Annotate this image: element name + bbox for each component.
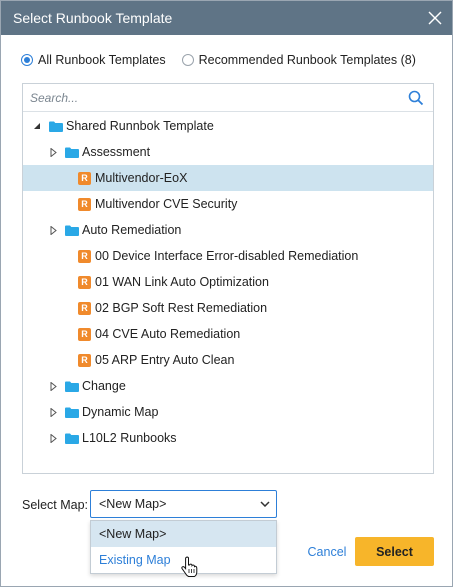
tree-node-label: Assessment [82, 145, 151, 159]
tree-node-label: Change [82, 379, 126, 393]
map-select-value: <New Map> [99, 497, 167, 511]
tree-node-label: 05 ARP Entry Auto Clean [95, 353, 235, 367]
tree-node-label: Multivendor CVE Security [95, 197, 238, 211]
tree-node-dynamic-map[interactable]: Dynamic Map [23, 399, 433, 425]
map-option-new[interactable]: <New Map> [91, 521, 276, 547]
runbook-icon: R [78, 171, 91, 185]
tree-node-multivendor-eox[interactable]: R Multivendor-EoX [23, 165, 433, 191]
close-icon [428, 11, 442, 25]
template-tree-panel: Shared Runnbok Template Assessment R Mul… [22, 83, 434, 474]
folder-icon [65, 407, 79, 418]
tree-node-label: Multivendor-EoX [95, 171, 188, 185]
search-bar [23, 84, 433, 112]
dialog-title: Select Runbook Template [13, 10, 173, 26]
tree-node-label: Shared Runnbok Template [66, 119, 214, 133]
collapsed-arrow-icon[interactable] [48, 147, 58, 157]
dialog-titlebar: Select Runbook Template [1, 1, 452, 35]
chevron-down-icon[interactable] [254, 501, 276, 507]
folder-icon [65, 381, 79, 392]
radio-recommended-label: Recommended Runbook Templates (8) [198, 53, 416, 67]
runbook-icon: R [78, 249, 91, 263]
tree-node-l10l2-runbooks[interactable]: L10L2 Runbooks [23, 425, 433, 451]
folder-icon [49, 121, 63, 132]
runbook-icon: R [78, 327, 91, 341]
template-filter-radios: All Runbook Templates Recommended Runboo… [21, 53, 432, 67]
tree-node-change[interactable]: Change [23, 373, 433, 399]
search-icon[interactable] [403, 85, 429, 111]
tree-node-root[interactable]: Shared Runnbok Template [23, 113, 433, 139]
radio-recommended-templates[interactable]: Recommended Runbook Templates (8) [181, 53, 416, 67]
tree-node-runbook[interactable]: R 00 Device Interface Error-disabled Rem… [23, 243, 433, 269]
close-button[interactable] [418, 1, 452, 35]
select-button[interactable]: Select [355, 537, 434, 566]
select-runbook-template-dialog: Select Runbook Template All Runbook Temp… [0, 0, 453, 587]
tree-node-label: 00 Device Interface Error-disabled Remed… [95, 249, 359, 263]
tree-node-label: 04 CVE Auto Remediation [95, 327, 241, 341]
collapsed-arrow-icon[interactable] [48, 225, 58, 235]
tree-node-label: Auto Remediation [82, 223, 182, 237]
search-input[interactable] [30, 90, 403, 105]
collapsed-arrow-icon[interactable] [48, 407, 58, 417]
expanded-arrow-icon[interactable] [32, 121, 42, 131]
map-select[interactable]: <New Map> [90, 490, 277, 518]
tree-node-label: L10L2 Runbooks [82, 431, 177, 445]
radio-button-unchecked[interactable] [181, 54, 194, 66]
tree-node-label: 01 WAN Link Auto Optimization [95, 275, 269, 289]
tree-node-runbook[interactable]: R 05 ARP Entry Auto Clean [23, 347, 433, 373]
collapsed-arrow-icon[interactable] [48, 433, 58, 443]
hand-cursor-icon [181, 556, 198, 577]
runbook-icon: R [78, 353, 91, 367]
tree-node-assessment[interactable]: Assessment [23, 139, 433, 165]
folder-icon [65, 147, 79, 158]
folder-icon [65, 433, 79, 444]
select-map-label: Select Map: [22, 498, 89, 512]
runbook-icon: R [78, 275, 91, 289]
folder-icon [65, 225, 79, 236]
tree-node-runbook[interactable]: R 01 WAN Link Auto Optimization [23, 269, 433, 295]
tree-node-label: 02 BGP Soft Rest Remediation [95, 301, 268, 315]
collapsed-arrow-icon[interactable] [48, 381, 58, 391]
radio-all-label: All Runbook Templates [38, 53, 166, 67]
cancel-button[interactable]: Cancel [301, 538, 353, 566]
tree-node-label: Dynamic Map [82, 405, 159, 419]
tree-node-runbook[interactable]: R 04 CVE Auto Remediation [23, 321, 433, 347]
tree-node-multivendor-cve-security[interactable]: R Multivendor CVE Security [23, 191, 433, 217]
runbook-icon: R [78, 301, 91, 315]
runbook-icon: R [78, 197, 91, 211]
tree-node-runbook[interactable]: R 02 BGP Soft Rest Remediation [23, 295, 433, 321]
radio-button-checked[interactable] [21, 54, 33, 66]
tree-node-auto-remediation[interactable]: Auto Remediation [23, 217, 433, 243]
radio-all-templates[interactable]: All Runbook Templates [21, 53, 166, 67]
